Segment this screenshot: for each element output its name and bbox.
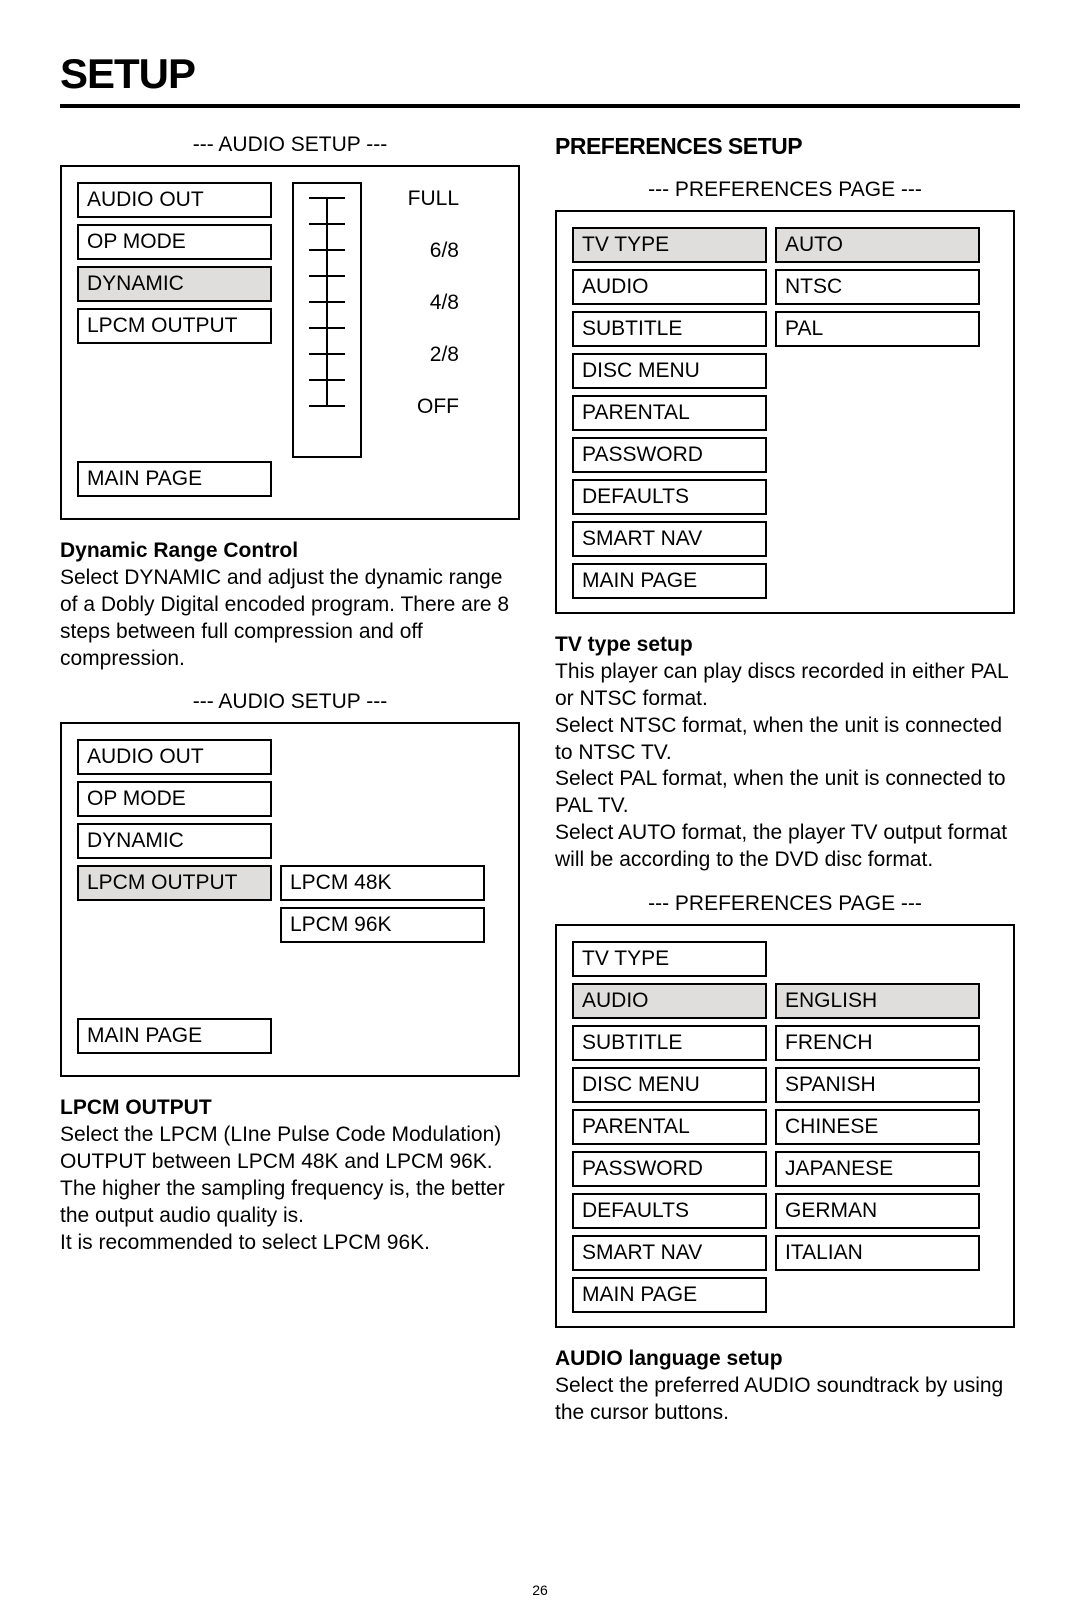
menu-subtitle[interactable]: SUBTITLE	[572, 1025, 767, 1061]
menu-smart-nav[interactable]: SMART NAV	[572, 521, 767, 557]
menu-lpcm-output[interactable]: LPCM OUTPUT	[77, 865, 272, 901]
pref-page-1-title: --- PREFERENCES PAGE ---	[555, 178, 1015, 202]
audio-setup-panel-2: AUDIO OUT OP MODE DYNAMIC LPCM OUTPUT LP…	[60, 722, 520, 1077]
audio2-main-page-slot: MAIN PAGE	[77, 1018, 272, 1060]
option-lpcm-96k[interactable]: LPCM 96K	[280, 907, 485, 943]
audio1-menu: AUDIO OUT OP MODE DYNAMIC LPCM OUTPUT	[77, 182, 272, 350]
audio-lang-body: Select the preferred AUDIO soundtrack by…	[555, 1374, 1003, 1424]
lpcm-text: LPCM OUTPUT Select the LPCM (LIne Pulse …	[60, 1095, 520, 1256]
menu-audio[interactable]: AUDIO	[572, 269, 767, 305]
pref2-right-menu: ENGLISH FRENCH SPANISH CHINESE JAPANESE …	[775, 983, 980, 1277]
menu-main-page[interactable]: MAIN PAGE	[572, 563, 767, 599]
tv-type-text: TV type setup This player can play discs…	[555, 632, 1015, 874]
slider-label-6-8: 6/8	[374, 239, 474, 291]
option-auto[interactable]: AUTO	[775, 227, 980, 263]
audio-setup-panel-1: AUDIO OUT OP MODE DYNAMIC LPCM OUTPUT	[60, 165, 520, 520]
menu-tv-type[interactable]: TV TYPE	[572, 227, 767, 263]
menu-tv-type[interactable]: TV TYPE	[572, 941, 767, 977]
option-french[interactable]: FRENCH	[775, 1025, 980, 1061]
pref1-right-menu: AUTO NTSC PAL	[775, 227, 980, 353]
title-rule	[60, 104, 1020, 108]
dynamic-slider-labels: FULL 6/8 4/8 2/8 OFF	[374, 187, 474, 437]
option-japanese[interactable]: JAPANESE	[775, 1151, 980, 1187]
audio-setup-1-title: --- AUDIO SETUP ---	[60, 133, 520, 157]
menu-parental[interactable]: PARENTAL	[572, 395, 767, 431]
slider-label-4-8: 4/8	[374, 291, 474, 343]
option-english[interactable]: ENGLISH	[775, 983, 980, 1019]
menu-main-page[interactable]: MAIN PAGE	[572, 1277, 767, 1313]
slider-label-off: OFF	[374, 395, 474, 437]
lpcm-heading: LPCM OUTPUT	[60, 1095, 520, 1122]
page-number: 26	[0, 1582, 1080, 1598]
page-title: SETUP	[60, 50, 1020, 98]
preferences-panel-2: TV TYPE AUDIO SUBTITLE DISC MENU PARENTA…	[555, 924, 1015, 1328]
menu-audio-out[interactable]: AUDIO OUT	[77, 182, 272, 218]
dynamic-slider-box	[292, 182, 362, 458]
option-chinese[interactable]: CHINESE	[775, 1109, 980, 1145]
menu-defaults[interactable]: DEFAULTS	[572, 1193, 767, 1229]
option-german[interactable]: GERMAN	[775, 1193, 980, 1229]
pref1-menu: TV TYPE AUDIO SUBTITLE DISC MENU PARENTA…	[572, 227, 767, 605]
menu-subtitle[interactable]: SUBTITLE	[572, 311, 767, 347]
menu-parental[interactable]: PARENTAL	[572, 1109, 767, 1145]
right-column: PREFERENCES SETUP --- PREFERENCES PAGE -…	[555, 133, 1015, 1427]
menu-password[interactable]: PASSWORD	[572, 1151, 767, 1187]
audio1-main-page-slot: MAIN PAGE	[77, 461, 272, 503]
slider-label-full: FULL	[374, 187, 474, 239]
tv-type-body: This player can play discs recorded in e…	[555, 660, 1008, 871]
audio-lang-text: AUDIO language setup Select the preferre…	[555, 1346, 1015, 1427]
option-italian[interactable]: ITALIAN	[775, 1235, 980, 1271]
option-spanish[interactable]: SPANISH	[775, 1067, 980, 1103]
lpcm-body: Select the LPCM (LIne Pulse Code Modulat…	[60, 1123, 505, 1254]
menu-lpcm-output[interactable]: LPCM OUTPUT	[77, 308, 272, 344]
menu-dynamic[interactable]: DYNAMIC	[77, 823, 272, 859]
pref-page-2-title: --- PREFERENCES PAGE ---	[555, 892, 1015, 916]
dynamic-slider-ticks	[294, 184, 360, 460]
menu-defaults[interactable]: DEFAULTS	[572, 479, 767, 515]
menu-op-mode[interactable]: OP MODE	[77, 781, 272, 817]
preferences-panel-1: TV TYPE AUDIO SUBTITLE DISC MENU PARENTA…	[555, 210, 1015, 614]
menu-main-page[interactable]: MAIN PAGE	[77, 461, 272, 497]
dynamic-range-text: Dynamic Range Control Select DYNAMIC and…	[60, 538, 520, 672]
menu-main-page[interactable]: MAIN PAGE	[77, 1018, 272, 1054]
content-columns: --- AUDIO SETUP --- AUDIO OUT OP MODE DY…	[60, 133, 1020, 1427]
menu-audio-out[interactable]: AUDIO OUT	[77, 739, 272, 775]
tv-type-heading: TV type setup	[555, 632, 1015, 659]
audio2-menu: AUDIO OUT OP MODE DYNAMIC LPCM OUTPUT	[77, 739, 272, 907]
option-lpcm-48k[interactable]: LPCM 48K	[280, 865, 485, 901]
menu-smart-nav[interactable]: SMART NAV	[572, 1235, 767, 1271]
audio2-right-menu: LPCM 48K LPCM 96K	[280, 865, 485, 949]
audio-setup-2-title: --- AUDIO SETUP ---	[60, 690, 520, 714]
slider-label-2-8: 2/8	[374, 343, 474, 395]
menu-password[interactable]: PASSWORD	[572, 437, 767, 473]
left-column: --- AUDIO SETUP --- AUDIO OUT OP MODE DY…	[60, 133, 520, 1427]
menu-disc-menu[interactable]: DISC MENU	[572, 1067, 767, 1103]
menu-op-mode[interactable]: OP MODE	[77, 224, 272, 260]
menu-disc-menu[interactable]: DISC MENU	[572, 353, 767, 389]
dynamic-range-heading: Dynamic Range Control	[60, 538, 520, 565]
dynamic-range-body: Select DYNAMIC and adjust the dynamic ra…	[60, 566, 509, 670]
menu-dynamic[interactable]: DYNAMIC	[77, 266, 272, 302]
option-pal[interactable]: PAL	[775, 311, 980, 347]
option-ntsc[interactable]: NTSC	[775, 269, 980, 305]
pref2-menu: TV TYPE AUDIO SUBTITLE DISC MENU PARENTA…	[572, 941, 767, 1319]
preferences-setup-heading: PREFERENCES SETUP	[555, 133, 1015, 160]
menu-audio[interactable]: AUDIO	[572, 983, 767, 1019]
audio-lang-heading: AUDIO language setup	[555, 1346, 1015, 1373]
